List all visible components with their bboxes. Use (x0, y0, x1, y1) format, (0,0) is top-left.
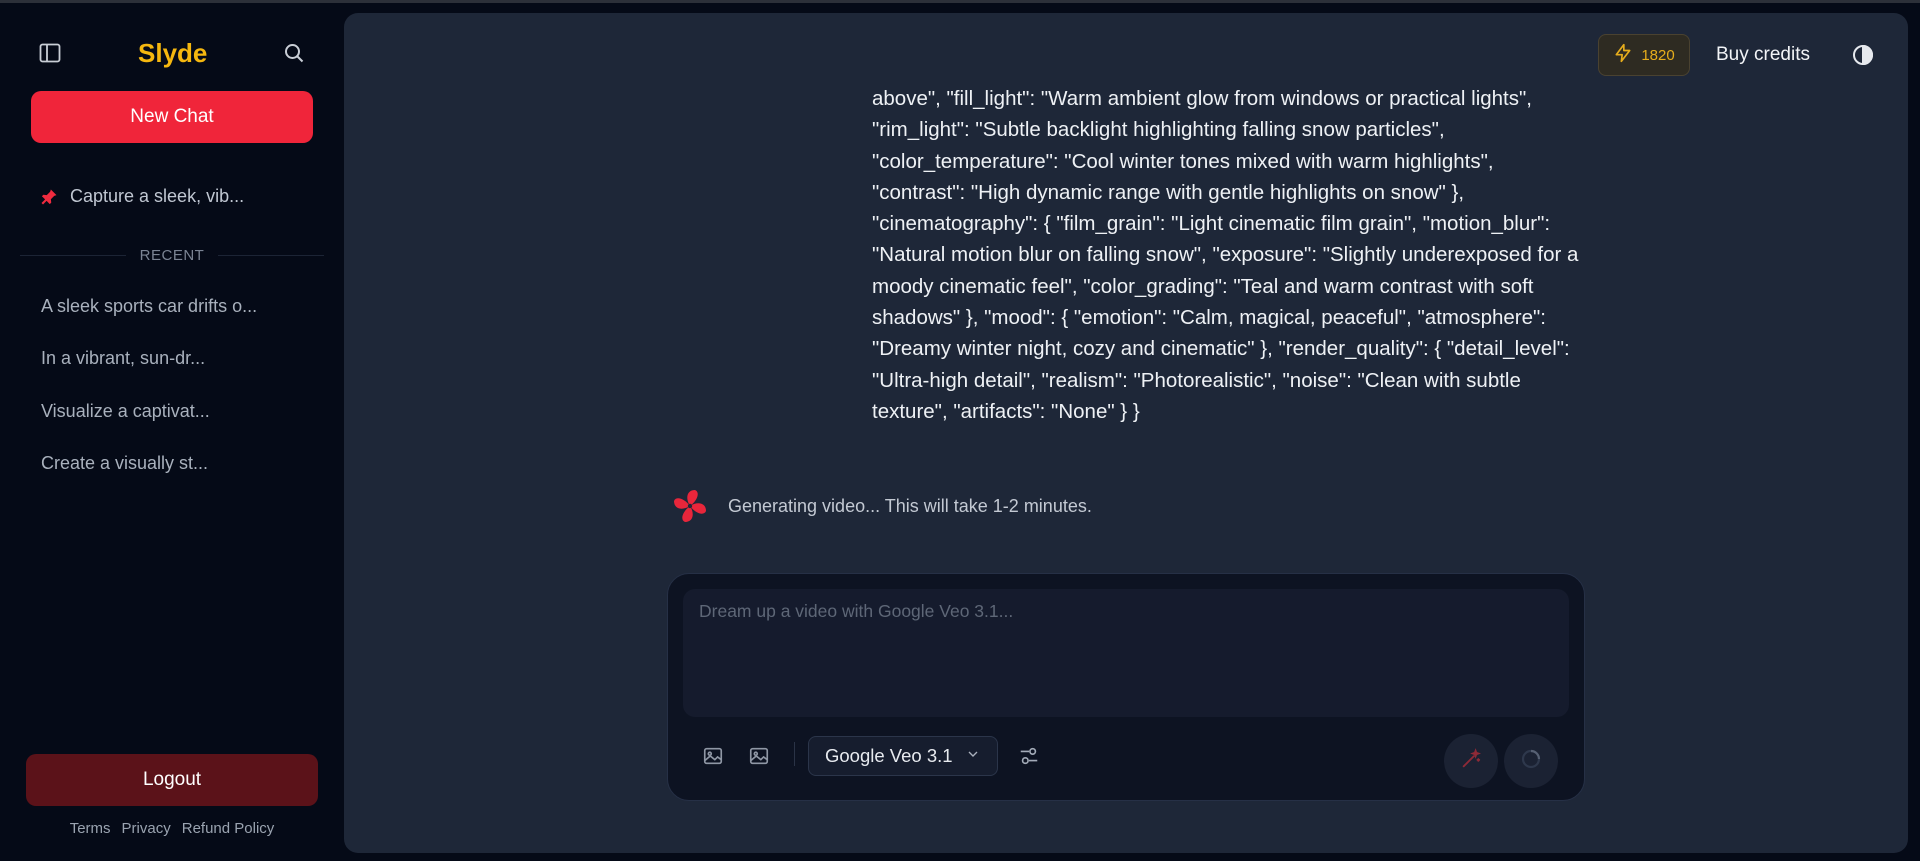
credits-count: 1820 (1641, 46, 1675, 64)
recent-section-header: RECENT (20, 243, 325, 267)
chevron-down-icon (965, 745, 981, 767)
model-select[interactable]: Google Veo 3.1 (808, 736, 998, 776)
send-button[interactable] (1504, 734, 1558, 788)
prompt-input[interactable] (683, 589, 1569, 717)
logout-button[interactable]: Logout (26, 754, 318, 806)
pin-icon (40, 188, 58, 206)
refund-policy-link[interactable]: Refund Policy (182, 820, 275, 837)
new-chat-button[interactable]: New Chat (31, 91, 313, 143)
credits-badge[interactable]: 1820 (1598, 34, 1690, 76)
history-item[interactable]: A sleek sports car drifts o... (41, 296, 257, 317)
model-select-value: Google Veo 3.1 (825, 745, 953, 766)
loading-icon (1519, 747, 1543, 776)
theme-toggle-icon[interactable] (1851, 43, 1875, 67)
main-panel: 1820 Buy credits above", "fill_light": "… (344, 13, 1908, 853)
footer-links: Terms Privacy Refund Policy (26, 820, 318, 837)
sidebar: Slyde New Chat Capture a sleek, vib... R… (0, 3, 344, 861)
app-logo[interactable]: Slyde (138, 38, 207, 69)
history-item[interactable]: Create a visually st... (41, 453, 208, 474)
enhance-prompt-button[interactable] (1444, 734, 1498, 788)
pinned-chat-item[interactable]: Capture a sleek, vib... (40, 186, 244, 207)
divider (218, 254, 325, 256)
search-icon[interactable] (282, 41, 306, 65)
toolbar-divider (794, 742, 795, 766)
image-icon[interactable] (748, 745, 770, 767)
recent-label: RECENT (139, 246, 205, 264)
privacy-link[interactable]: Privacy (122, 820, 171, 837)
generation-status: Generating video... This will take 1-2 m… (670, 486, 1092, 526)
pinned-chat-label: Capture a sleek, vib... (70, 186, 245, 206)
composer: Google Veo 3.1 (667, 573, 1585, 801)
image-icon[interactable] (702, 745, 724, 767)
sliders-icon[interactable] (1018, 745, 1040, 767)
magic-wand-icon (1460, 747, 1482, 775)
divider (20, 254, 126, 256)
sidebar-toggle-icon[interactable] (38, 41, 62, 65)
lightning-icon (1613, 43, 1633, 67)
generation-status-text: Generating video... This will take 1-2 m… (728, 495, 1092, 516)
pinwheel-icon (670, 486, 710, 526)
chat-message-text: above", "fill_light": "Warm ambient glow… (872, 87, 1579, 423)
terms-link[interactable]: Terms (70, 820, 111, 837)
history-item[interactable]: Visualize a captivat... (41, 401, 210, 422)
buy-credits-button[interactable]: Buy credits (1716, 44, 1810, 66)
history-item[interactable]: In a vibrant, sun-dr... (41, 348, 205, 369)
